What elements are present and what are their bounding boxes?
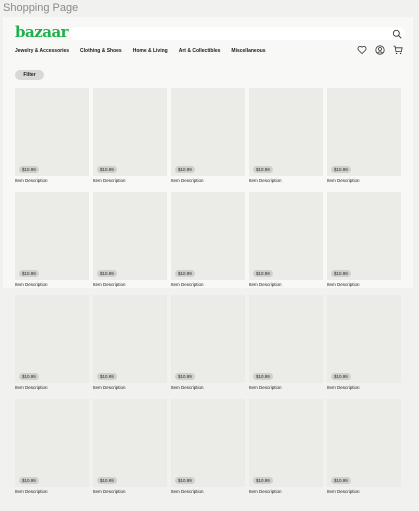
product-image[interactable] (93, 295, 167, 383)
product-image[interactable] (93, 191, 167, 280)
canvas-frame-label: Shopping Page (3, 2, 79, 14)
header-actions (357, 45, 403, 55)
product-card[interactable]: $10.99 Item Description (249, 398, 323, 503)
product-card[interactable]: $10.99 Item Description (171, 88, 245, 192)
product-image[interactable] (171, 88, 245, 176)
price-badge: $10.99 (175, 476, 195, 484)
product-image[interactable] (171, 398, 245, 487)
logo[interactable]: bazaar (15, 23, 69, 41)
item-description[interactable]: Item Description (93, 282, 126, 287)
search-input[interactable] (78, 27, 388, 40)
search-icon[interactable] (392, 29, 402, 39)
item-description[interactable]: Item Description (327, 385, 360, 390)
product-card[interactable]: $10.99 Item Description (93, 295, 167, 399)
item-description[interactable]: Item Description (93, 178, 126, 183)
product-card[interactable]: $10.99 Item Description (327, 295, 401, 399)
nav-item-miscellaneous[interactable]: Miscellaneous (231, 48, 265, 54)
price-badge: $10.99 (97, 269, 117, 277)
price-badge: $10.99 (253, 373, 273, 380)
product-image[interactable] (249, 191, 323, 280)
price-badge: $10.99 (19, 166, 39, 173)
filter-button[interactable]: Filter (15, 70, 44, 80)
item-description[interactable]: Item Description (249, 178, 282, 183)
product-card[interactable]: $10.99 Item Description (327, 398, 401, 503)
product-image[interactable] (171, 295, 245, 383)
item-description[interactable]: Item Description (171, 178, 204, 183)
item-description[interactable]: Item Description (93, 489, 126, 494)
product-image[interactable] (15, 191, 89, 280)
price-badge: $10.99 (97, 373, 117, 380)
product-image[interactable] (327, 295, 401, 383)
site-header: bazaar Jewelry & Accessories Clothing & … (3, 17, 413, 62)
category-nav: Jewelry & Accessories Clothing & Shoes H… (15, 48, 266, 54)
price-badge: $10.99 (331, 269, 351, 277)
product-image[interactable] (327, 398, 401, 487)
item-description[interactable]: Item Description (327, 489, 360, 494)
price-badge: $10.99 (331, 476, 351, 484)
product-image[interactable] (171, 191, 245, 280)
item-description[interactable]: Item Description (171, 489, 204, 494)
search-bar[interactable] (70, 27, 405, 40)
nav-item-clothing-shoes[interactable]: Clothing & Shoes (80, 48, 122, 54)
product-card[interactable]: $10.99 Item Description (15, 191, 89, 296)
price-badge: $10.99 (175, 373, 195, 380)
product-image[interactable] (327, 88, 401, 176)
user-icon[interactable] (375, 45, 385, 55)
nav-item-art-collectibles[interactable]: Art & Collectibles (179, 48, 221, 54)
product-card[interactable]: $10.99 Item Description (249, 191, 323, 296)
item-description[interactable]: Item Description (15, 282, 48, 287)
nav-item-jewelry-accessories[interactable]: Jewelry & Accessories (15, 48, 69, 54)
product-card[interactable]: $10.99 Item Description (15, 88, 89, 192)
item-description[interactable]: Item Description (93, 385, 126, 390)
item-description[interactable]: Item Description (249, 385, 282, 390)
product-card[interactable]: $10.99 Item Description (327, 88, 401, 192)
nav-item-home-living[interactable]: Home & Living (133, 48, 168, 54)
product-grid: $10.99 Item Description $10.99 Item Descrip… (15, 88, 404, 502)
product-card[interactable]: $10.99 Item Description (171, 295, 245, 399)
item-description[interactable]: Item Description (171, 282, 204, 287)
product-image[interactable] (249, 398, 323, 487)
price-badge: $10.99 (19, 269, 39, 277)
cart-icon[interactable] (393, 45, 403, 55)
heart-icon[interactable] (357, 45, 367, 55)
item-description[interactable]: Item Description (249, 489, 282, 494)
product-image[interactable] (249, 295, 323, 383)
product-image[interactable] (93, 398, 167, 487)
item-description[interactable]: Item Description (15, 385, 48, 390)
price-badge: $10.99 (331, 373, 351, 380)
product-card[interactable]: $10.99 Item Description (15, 398, 89, 503)
price-badge: $10.99 (97, 166, 117, 173)
product-image[interactable] (15, 295, 89, 383)
product-image[interactable] (249, 88, 323, 176)
price-badge: $10.99 (253, 476, 273, 484)
item-description[interactable]: Item Description (327, 282, 360, 287)
price-badge: $10.99 (331, 166, 351, 173)
product-card[interactable]: $10.99 Item Description (93, 88, 167, 192)
product-image[interactable] (93, 88, 167, 176)
item-description[interactable]: Item Description (15, 489, 48, 494)
item-description[interactable]: Item Description (171, 385, 204, 390)
product-card[interactable]: $10.99 Item Description (249, 88, 323, 192)
product-card[interactable]: $10.99 Item Description (327, 191, 401, 296)
product-card[interactable]: $10.99 Item Description (93, 191, 167, 296)
item-description[interactable]: Item Description (249, 282, 282, 287)
item-description[interactable]: Item Description (15, 178, 48, 183)
price-badge: $10.99 (175, 269, 195, 277)
product-image[interactable] (15, 398, 89, 487)
price-badge: $10.99 (175, 166, 195, 173)
product-image[interactable] (327, 191, 401, 280)
price-badge: $10.99 (253, 269, 273, 277)
product-card[interactable]: $10.99 Item Description (171, 191, 245, 296)
item-description[interactable]: Item Description (327, 178, 360, 183)
price-badge: $10.99 (19, 476, 39, 484)
price-badge: $10.99 (97, 476, 117, 484)
product-image[interactable] (15, 88, 89, 176)
price-badge: $10.99 (253, 166, 273, 173)
product-card[interactable]: $10.99 Item Description (171, 398, 245, 503)
product-card[interactable]: $10.99 Item Description (249, 295, 323, 399)
product-card[interactable]: $10.99 Item Description (15, 295, 89, 399)
product-card[interactable]: $10.99 Item Description (93, 398, 167, 503)
price-badge: $10.99 (19, 373, 39, 380)
